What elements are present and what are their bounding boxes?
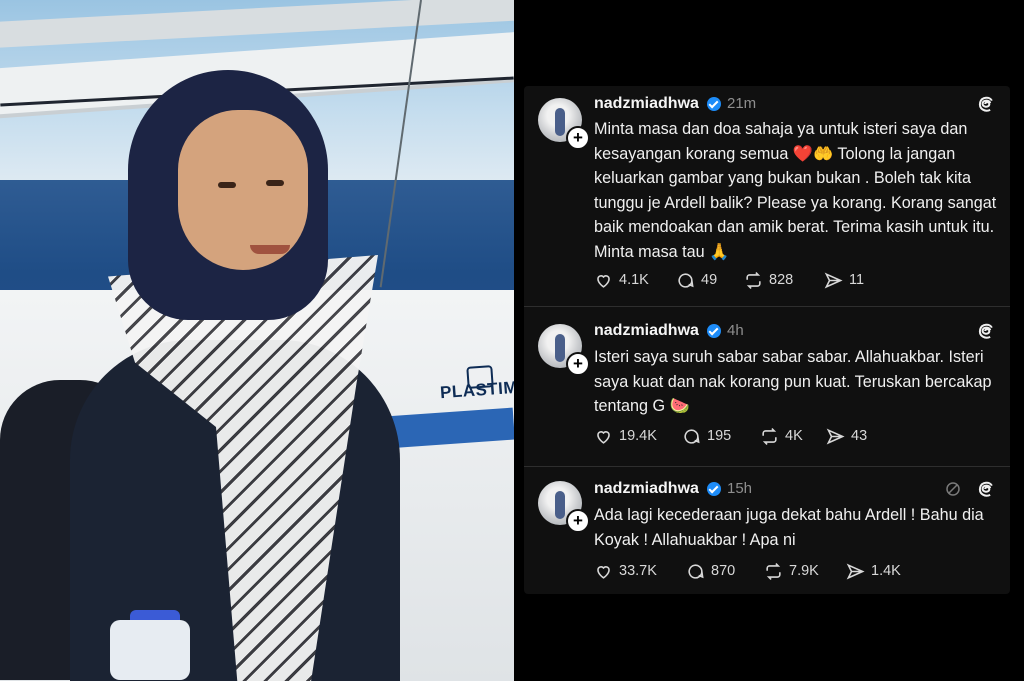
share-count: 43 <box>851 428 868 444</box>
reply-button[interactable]: 870 <box>686 560 735 582</box>
like-button[interactable]: 19.4K <box>594 425 657 447</box>
username[interactable]: nadzmiadhwa <box>594 480 699 498</box>
share-button[interactable]: 11 <box>824 269 864 291</box>
reply-count: 195 <box>707 428 732 444</box>
boat-selfie-photo: PLASTIMO <box>0 0 514 681</box>
comment-icon <box>688 563 704 579</box>
post-time: 4h <box>727 322 744 339</box>
post-time: 15h <box>727 480 753 497</box>
follow-plus-icon[interactable]: + <box>566 352 590 376</box>
post-text: Isteri saya suruh sabar sabar sabar. All… <box>594 348 996 415</box>
reply-count: 870 <box>711 563 736 579</box>
verified-badge-icon <box>707 482 721 496</box>
heart-icon <box>597 565 610 579</box>
share-count: 11 <box>849 272 865 288</box>
threads-icon[interactable] <box>976 94 996 114</box>
username[interactable]: nadzmiadhwa <box>594 322 699 340</box>
eye <box>218 182 236 188</box>
verified-badge-icon <box>707 324 721 338</box>
share-icon <box>846 563 865 579</box>
post-time: 21m <box>727 95 757 112</box>
repost-count: 7.9K <box>789 563 819 579</box>
like-button[interactable]: 33.7K <box>594 560 657 582</box>
threads-icon[interactable] <box>976 321 996 341</box>
threads-posts-panel: + nadzmiadhwa 21m Minta masa dan doa sah… <box>524 86 1010 594</box>
repost-button[interactable]: 4K <box>760 425 803 447</box>
share-button[interactable]: 1.4K <box>846 560 901 582</box>
username[interactable]: nadzmiadhwa <box>594 95 699 113</box>
smile <box>250 245 290 254</box>
thread-post: + nadzmiadhwa 4h Isteri saya suruh sabar… <box>524 307 1010 465</box>
thread-post: + nadzmiadhwa 15h Ada lagi kecederaan ju… <box>524 467 1010 594</box>
repost-count: 4K <box>785 428 803 444</box>
share-count: 1.4K <box>871 563 901 579</box>
muted-icon[interactable] <box>944 480 962 498</box>
repost-icon <box>762 427 777 445</box>
share-button[interactable]: 43 <box>826 425 867 447</box>
like-button[interactable]: 4.1K <box>594 269 649 291</box>
follow-plus-icon[interactable]: + <box>566 509 590 533</box>
share-icon <box>824 272 843 288</box>
post-text: Ada lagi kecederaan juga dekat bahu Arde… <box>594 506 989 549</box>
reply-count: 49 <box>701 272 718 288</box>
verified-badge-icon <box>707 97 721 111</box>
follow-plus-icon[interactable]: + <box>566 126 590 150</box>
eye <box>266 180 284 186</box>
reply-button[interactable]: 195 <box>682 425 731 447</box>
repost-icon <box>746 271 761 289</box>
heart-icon <box>597 274 610 288</box>
like-count: 33.7K <box>619 563 657 579</box>
reply-button[interactable]: 49 <box>676 269 717 291</box>
share-icon <box>826 428 845 444</box>
bandage <box>110 620 190 680</box>
thread-post: + nadzmiadhwa 21m Minta masa dan doa sah… <box>524 86 1010 304</box>
comment-icon <box>684 428 700 444</box>
repost-button[interactable]: 828 <box>744 269 793 291</box>
like-count: 19.4K <box>619 428 657 444</box>
repost-count: 828 <box>769 272 794 288</box>
heart-icon <box>597 430 610 444</box>
like-count: 4.1K <box>619 272 649 288</box>
threads-icon[interactable] <box>976 479 996 499</box>
post-text: Minta masa dan doa sahaja ya untuk ister… <box>594 120 1001 261</box>
repost-button[interactable]: 7.9K <box>764 560 819 582</box>
comment-icon <box>678 272 694 288</box>
repost-icon <box>766 562 781 580</box>
